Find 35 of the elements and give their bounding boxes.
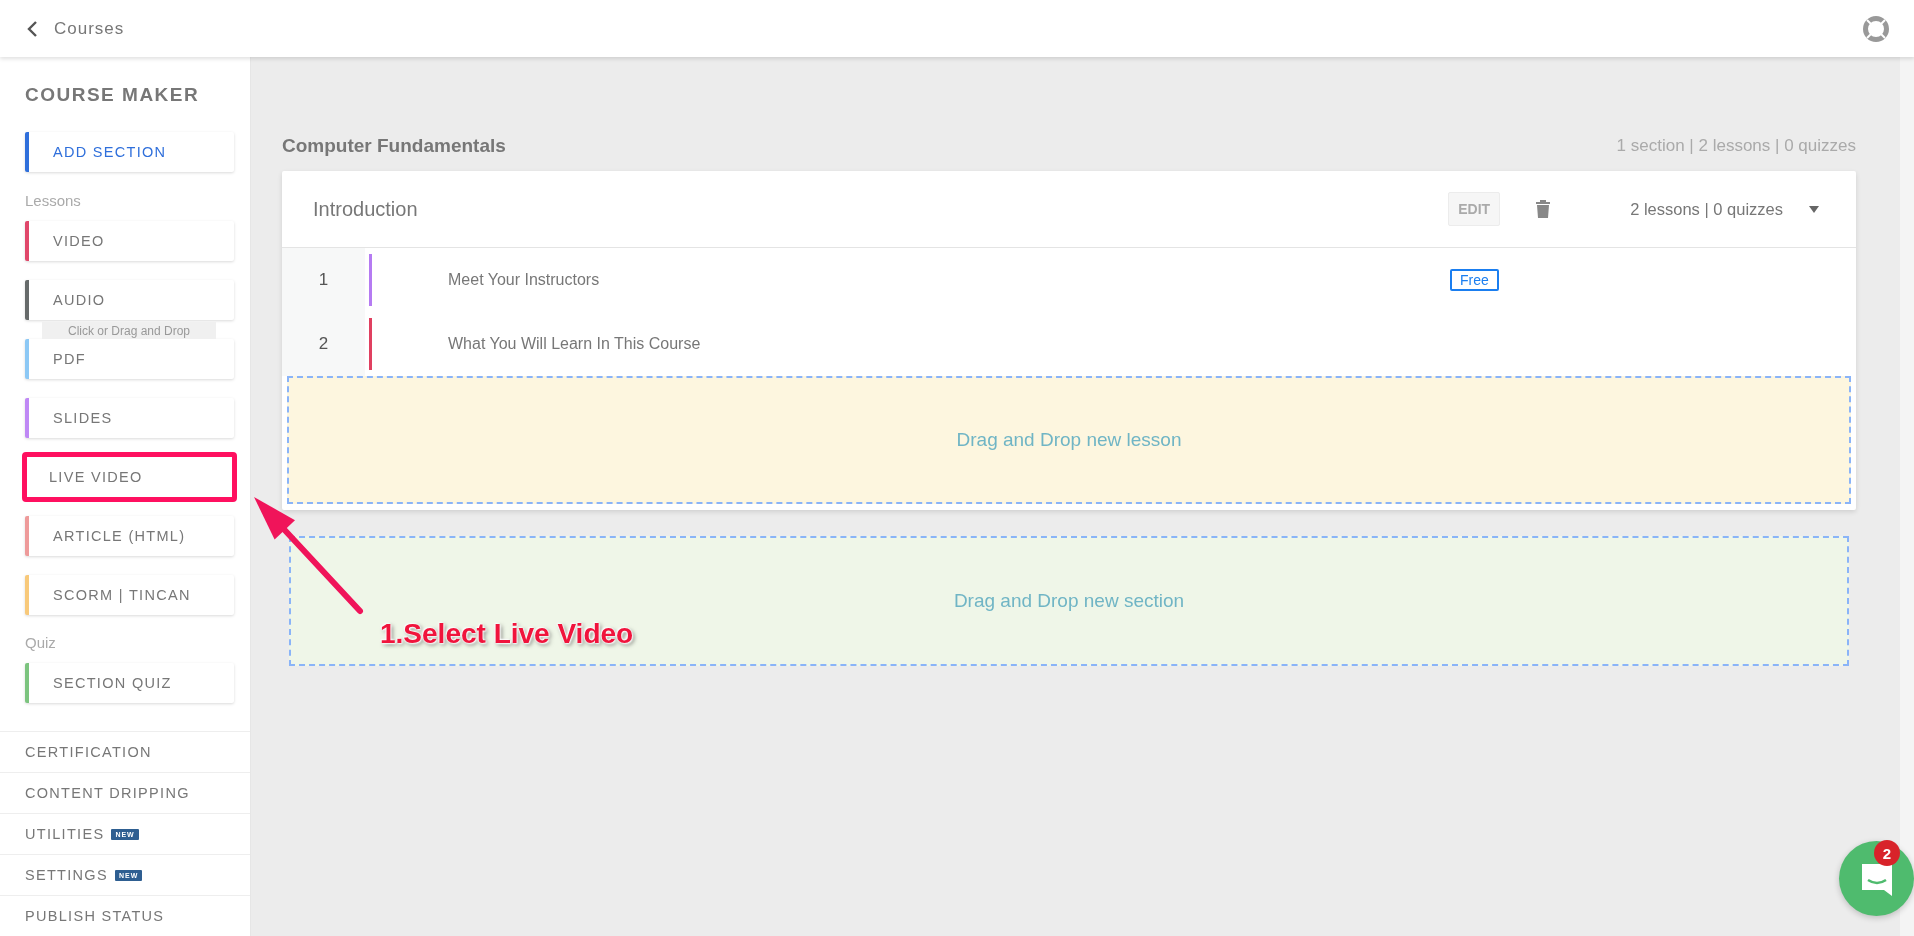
lesson-type-button[interactable]: SECTION QUIZ	[25, 663, 234, 703]
lessons-heading: Lessons	[25, 192, 82, 209]
tooltip: Click or Drag and Drop	[42, 322, 216, 339]
lesson-type-button[interactable]: SLIDES	[25, 398, 234, 438]
chat-icon	[1859, 861, 1894, 896]
nav-label: UTILITIES	[25, 826, 105, 842]
trash-icon[interactable]	[1535, 199, 1552, 219]
section-stats: 2 lessons | 0 quizzes	[1630, 199, 1783, 219]
back-link[interactable]: Courses	[26, 18, 125, 39]
course-stats: 1 section | 2 lessons | 0 quizzes	[1616, 136, 1856, 156]
lesson-type-button[interactable]: AUDIO	[25, 280, 234, 320]
lesson-type-button[interactable]: VIDEO	[25, 221, 234, 261]
course-title: Computer Fundamentals	[282, 135, 506, 157]
section-title: Introduction	[313, 197, 419, 221]
highlighted-lesson-type-button[interactable]: LIVE VIDEO	[22, 452, 237, 502]
quiz-heading: Quiz	[25, 634, 57, 651]
free-badge: Free	[1450, 269, 1499, 291]
lesson-type-button[interactable]: PDF	[25, 339, 234, 379]
back-chevron-icon	[26, 19, 38, 38]
caret-icon[interactable]	[1808, 204, 1820, 214]
lesson-number: 1	[282, 248, 365, 312]
lesson-type-button[interactable]: ARTICLE (HTML)	[25, 516, 234, 556]
nav-label: CERTIFICATION	[25, 744, 152, 760]
add-section-button[interactable]: ADD SECTION	[25, 132, 234, 172]
lifebuoy-icon[interactable]	[1862, 14, 1890, 43]
nav-label: SETTINGS	[25, 867, 108, 883]
lesson-type-button[interactable]: SCORM | TINCAN	[25, 575, 234, 615]
lesson-number: 2	[282, 312, 365, 376]
lesson-title[interactable]: What You Will Learn In This Course	[448, 335, 1450, 353]
annotation-text: 1.Select Live Video	[380, 618, 634, 650]
unread-badge: 2	[1874, 840, 1900, 866]
nav-label: PUBLISH STATUS	[25, 908, 165, 924]
nav-label: CONTENT DRIPPING	[25, 785, 190, 801]
lesson-title[interactable]: Meet Your Instructors	[448, 271, 1450, 289]
sidebar-title: COURSE MAKER	[25, 84, 201, 106]
